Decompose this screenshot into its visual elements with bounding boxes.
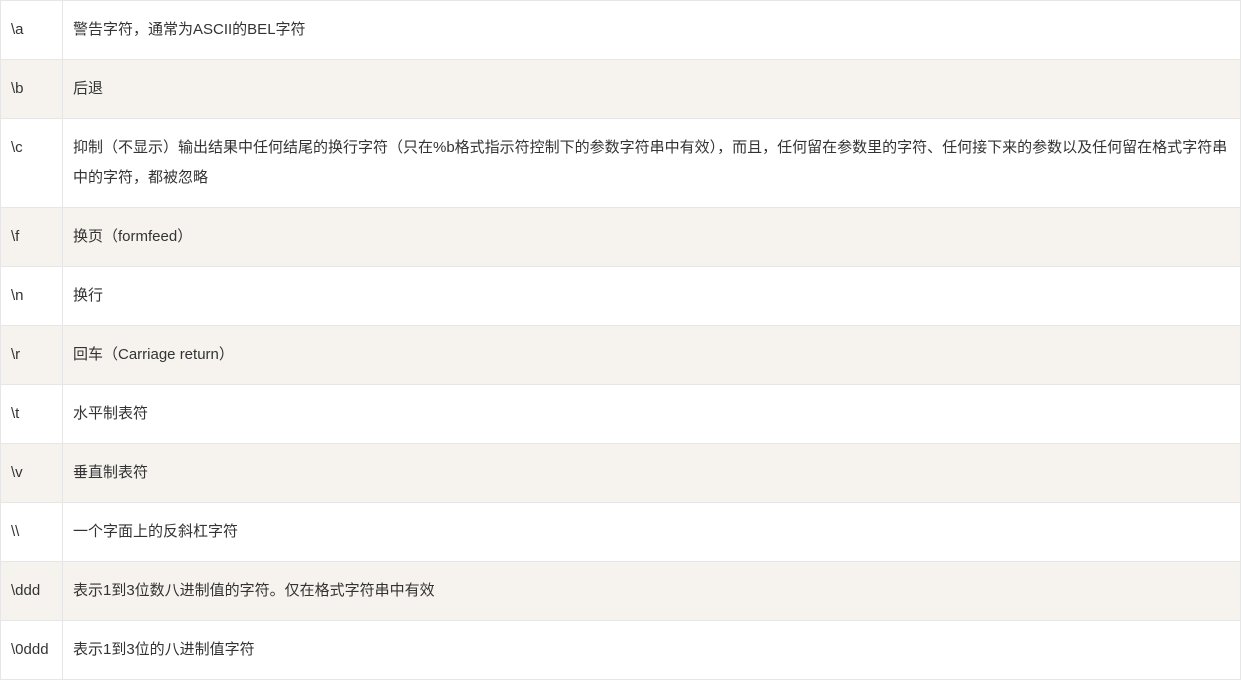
escape-desc: 垂直制表符 bbox=[63, 444, 1241, 503]
escape-code: \c bbox=[1, 119, 63, 208]
escape-desc: 水平制表符 bbox=[63, 385, 1241, 444]
table-row: \f 换页（formfeed） bbox=[1, 208, 1241, 267]
table-row: \\ 一个字面上的反斜杠字符 bbox=[1, 503, 1241, 562]
escape-code: \\ bbox=[1, 503, 63, 562]
escape-sequence-table: \a 警告字符，通常为ASCII的BEL字符 \b 后退 \c 抑制（不显示）输… bbox=[0, 0, 1241, 680]
escape-desc: 换行 bbox=[63, 267, 1241, 326]
escape-desc: 警告字符，通常为ASCII的BEL字符 bbox=[63, 1, 1241, 60]
escape-code: \f bbox=[1, 208, 63, 267]
escape-code: \a bbox=[1, 1, 63, 60]
table-row: \t 水平制表符 bbox=[1, 385, 1241, 444]
table-row: \0ddd 表示1到3位的八进制值字符 bbox=[1, 621, 1241, 680]
table-row: \a 警告字符，通常为ASCII的BEL字符 bbox=[1, 1, 1241, 60]
escape-code: \ddd bbox=[1, 562, 63, 621]
escape-desc: 后退 bbox=[63, 60, 1241, 119]
escape-code: \v bbox=[1, 444, 63, 503]
table-row: \n 换行 bbox=[1, 267, 1241, 326]
table-row: \b 后退 bbox=[1, 60, 1241, 119]
table-row: \ddd 表示1到3位数八进制值的字符。仅在格式字符串中有效 bbox=[1, 562, 1241, 621]
escape-code: \t bbox=[1, 385, 63, 444]
escape-code: \b bbox=[1, 60, 63, 119]
escape-code: \n bbox=[1, 267, 63, 326]
escape-desc: 抑制（不显示）输出结果中任何结尾的换行字符（只在%b格式指示符控制下的参数字符串… bbox=[63, 119, 1241, 208]
escape-desc: 回车（Carriage return） bbox=[63, 326, 1241, 385]
escape-desc: 一个字面上的反斜杠字符 bbox=[63, 503, 1241, 562]
escape-desc: 表示1到3位的八进制值字符 bbox=[63, 621, 1241, 680]
escape-desc: 换页（formfeed） bbox=[63, 208, 1241, 267]
escape-desc: 表示1到3位数八进制值的字符。仅在格式字符串中有效 bbox=[63, 562, 1241, 621]
escape-code: \0ddd bbox=[1, 621, 63, 680]
table-row: \v 垂直制表符 bbox=[1, 444, 1241, 503]
escape-code: \r bbox=[1, 326, 63, 385]
table-row: \c 抑制（不显示）输出结果中任何结尾的换行字符（只在%b格式指示符控制下的参数… bbox=[1, 119, 1241, 208]
table-row: \r 回车（Carriage return） bbox=[1, 326, 1241, 385]
